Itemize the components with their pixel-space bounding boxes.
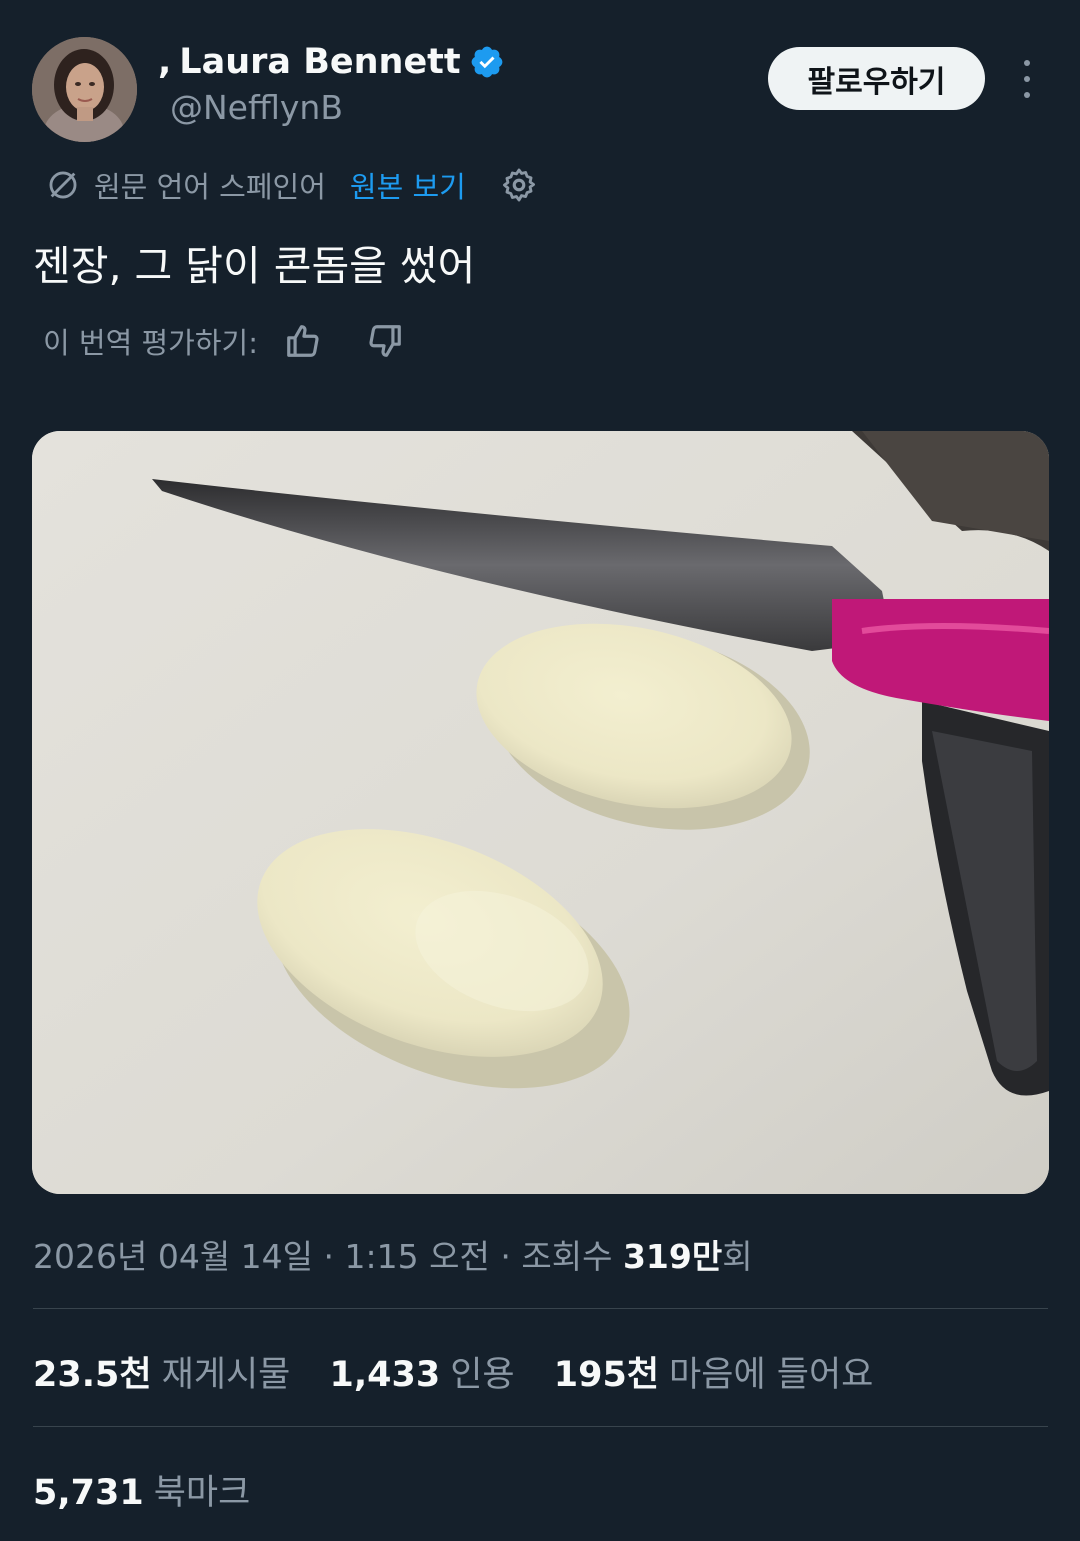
likes-stat[interactable]: 195천 마음에 들어요: [554, 1355, 874, 1395]
views-count: 319만: [622, 1237, 723, 1276]
tweet-text: 젠장, 그 닭이 콘돔을 썼어: [33, 242, 476, 290]
reposts-count: 23.5천: [33, 1355, 152, 1395]
engagement-stats: 23.5천 재게시물 1,433 인용 195천 마음에 들어요: [33, 1346, 901, 1397]
display-name[interactable]: , Laura Bennett: [158, 42, 505, 82]
tweet-time[interactable]: 1:15 오전: [345, 1237, 490, 1276]
separator: ·: [323, 1237, 335, 1276]
gear-icon[interactable]: [500, 166, 538, 204]
rate-translation-row: 이 번역 평가하기:: [43, 318, 404, 364]
divider: [33, 1308, 1048, 1309]
tweet-meta: 2026년 04월 14일 · 1:15 오전 · 조회수 319만회: [33, 1230, 753, 1278]
quotes-count: 1,433: [329, 1355, 441, 1395]
translate-globe-icon: [49, 171, 77, 199]
view-original-link[interactable]: 원본 보기: [350, 164, 466, 206]
bookmarks-count: 5,731: [33, 1473, 144, 1513]
quotes-label: 인용: [450, 1355, 515, 1395]
more-options-icon[interactable]: [1010, 60, 1044, 98]
source-language-text: 원문 언어 스페인어: [94, 170, 326, 204]
likes-count: 195천: [553, 1355, 660, 1395]
views-prefix: 조회수: [521, 1237, 613, 1276]
display-name-text: Laura Bennett: [179, 42, 461, 82]
tweet-photo[interactable]: [32, 431, 1049, 1194]
tweet-date[interactable]: 2026년 04월 14일: [33, 1237, 313, 1276]
thumbs-up-icon[interactable]: [284, 322, 322, 360]
avatar-image: [32, 37, 137, 142]
avatar[interactable]: [32, 37, 137, 142]
separator: ·: [500, 1237, 511, 1276]
bookmarks-stat[interactable]: 5,731 북마크: [33, 1464, 250, 1515]
name-prefix: ,: [158, 42, 172, 82]
divider: [33, 1426, 1048, 1427]
quotes-stat[interactable]: 1,433 인용: [330, 1355, 515, 1395]
user-handle[interactable]: @NefflynB: [170, 88, 343, 127]
reposts-stat[interactable]: 23.5천 재게시물: [33, 1355, 290, 1395]
thumbs-down-icon[interactable]: [366, 322, 404, 360]
rate-translation-label: 이 번역 평가하기:: [43, 326, 258, 360]
bookmarks-label: 북마크: [153, 1473, 251, 1513]
verified-badge-icon: [471, 46, 503, 78]
translation-bar: 원문 언어 스페인어 원본 보기: [46, 164, 538, 206]
views-suffix: 회: [722, 1237, 753, 1276]
likes-label: 마음에 들어요: [669, 1355, 874, 1395]
reposts-label: 재게시물: [161, 1355, 291, 1395]
photo-boiled-eggs-knife: [32, 431, 1049, 1194]
follow-button[interactable]: 팔로우하기: [768, 47, 985, 110]
